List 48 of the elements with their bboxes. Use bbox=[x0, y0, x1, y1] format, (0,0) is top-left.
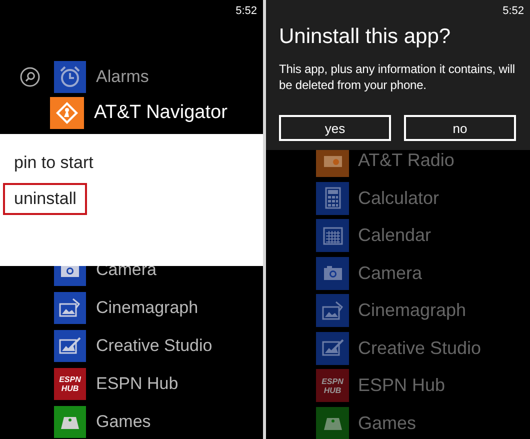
radio-icon bbox=[322, 154, 342, 168]
alarm-clock-icon bbox=[60, 66, 80, 88]
search-icon[interactable] bbox=[20, 67, 40, 87]
status-time: 5:52 bbox=[502, 5, 524, 17]
app-name[interactable]: Games bbox=[358, 412, 416, 434]
menu-item[interactable]: uninstall bbox=[3, 183, 88, 215]
app-name[interactable]: Cinemagraph bbox=[96, 298, 198, 318]
app-name[interactable]: Creative Studio bbox=[358, 338, 482, 358]
app-tile[interactable] bbox=[316, 332, 349, 364]
app-name[interactable]: Calendar bbox=[358, 225, 432, 246]
photo-icon bbox=[322, 300, 344, 320]
app-name[interactable]: ESPN Hub bbox=[358, 375, 446, 396]
app-name[interactable]: AT&T Radio bbox=[358, 150, 454, 171]
app-tile[interactable] bbox=[50, 97, 84, 129]
tile-logo: ESPN HUB bbox=[322, 376, 344, 394]
app-name[interactable]: Creative Studio bbox=[96, 336, 212, 356]
app-tile[interactable] bbox=[316, 256, 349, 290]
dialog-button[interactable]: yes bbox=[279, 115, 391, 141]
app-tile[interactable] bbox=[316, 219, 349, 252]
app-tile[interactable] bbox=[316, 182, 349, 214]
camera-icon bbox=[322, 265, 342, 281]
calendar-icon bbox=[322, 226, 342, 244]
photo-icon bbox=[59, 298, 81, 318]
dialog-message: This app, plus any information it contains, will be deleted from your phone. bbox=[279, 61, 516, 93]
dialog-button[interactable]: no bbox=[404, 115, 516, 141]
app-name[interactable]: Calculator bbox=[358, 188, 440, 208]
app-tile[interactable]: ESPN HUB bbox=[316, 369, 349, 402]
dialog-title: Uninstall this app? bbox=[279, 25, 452, 49]
photo-brush-icon bbox=[322, 339, 344, 357]
app-tile[interactable] bbox=[54, 61, 86, 93]
app-name[interactable]: Alarms bbox=[96, 67, 149, 87]
app-name[interactable]: ESPN Hub bbox=[96, 374, 178, 394]
road-sign-icon bbox=[55, 101, 79, 125]
app-name[interactable]: Cinemagraph bbox=[358, 300, 466, 321]
app-tile[interactable] bbox=[54, 330, 86, 362]
app-name[interactable]: AT&T Navigator bbox=[94, 102, 228, 124]
status-time: 5:52 bbox=[236, 5, 257, 17]
photo-brush-icon bbox=[59, 337, 81, 355]
app-name[interactable]: Camera bbox=[358, 262, 422, 284]
app-tile[interactable] bbox=[54, 406, 86, 438]
app-name[interactable]: Games bbox=[96, 412, 151, 432]
menu-item[interactable]: pin to start bbox=[3, 147, 104, 179]
app-tile[interactable] bbox=[54, 292, 86, 324]
calculator-icon bbox=[324, 187, 340, 209]
tile-logo: ESPN HUB bbox=[59, 375, 81, 393]
app-tile[interactable] bbox=[316, 406, 349, 439]
app-tile[interactable] bbox=[316, 294, 349, 327]
app-tile[interactable]: ESPN HUB bbox=[54, 368, 86, 400]
